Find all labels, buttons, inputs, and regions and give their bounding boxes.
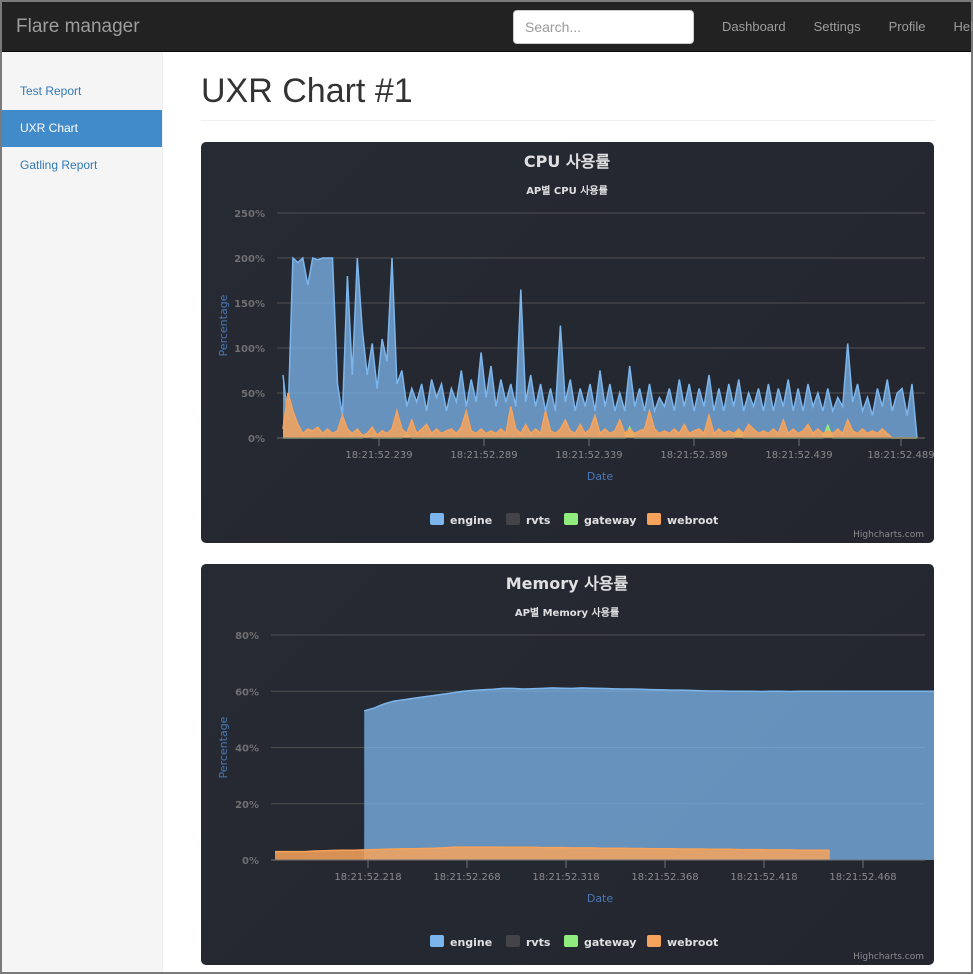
y-tick-label: 200% xyxy=(234,254,265,265)
legend-swatch-engine xyxy=(430,935,444,947)
legend-label-webroot: webroot xyxy=(667,936,718,949)
legend-label-rvts: rvts xyxy=(526,936,551,949)
legend-item-rvts: rvts xyxy=(506,513,551,527)
chart-credits: Highcharts.com xyxy=(853,530,924,540)
legend-swatch-webroot xyxy=(647,513,661,525)
legend-swatch-engine xyxy=(430,513,444,525)
nav-help[interactable]: Help xyxy=(939,2,973,52)
legend-swatch-rvts xyxy=(506,935,520,947)
x-tick-label: 18:21:52.239 xyxy=(345,450,412,461)
y-tick-label: 0% xyxy=(242,856,259,867)
x-tick-label: 18:21:52.439 xyxy=(765,450,832,461)
y-tick-label: 20% xyxy=(235,800,259,811)
x-tick-label: 18:21:52.218 xyxy=(334,872,401,883)
legend-swatch-webroot xyxy=(647,935,661,947)
legend-label-webroot: webroot xyxy=(667,514,718,527)
nav-settings[interactable]: Settings xyxy=(800,2,875,52)
top-navbar: Flare manager Dashboard Settings Profile… xyxy=(2,2,973,52)
nav-dashboard[interactable]: Dashboard xyxy=(708,2,800,52)
x-tick-label: 18:21:52.489 xyxy=(867,450,934,461)
legend-item-engine: engine xyxy=(430,935,492,949)
legend-swatch-rvts xyxy=(506,513,520,525)
sidebar-list: Test Report UXR Chart Gatling Report xyxy=(2,73,162,184)
x-tick-label: 18:21:52.339 xyxy=(555,450,622,461)
y-tick-label: 150% xyxy=(234,299,265,310)
y-axis-title: Percentage xyxy=(217,716,230,778)
legend-item-gateway: gateway xyxy=(564,513,636,527)
sidebar-item-gatling-report[interactable]: Gatling Report xyxy=(2,147,162,184)
legend-label-rvts: rvts xyxy=(526,514,551,527)
x-tick-label: 18:21:52.389 xyxy=(660,450,727,461)
y-tick-label: 60% xyxy=(235,687,259,698)
legend-swatch-gateway xyxy=(564,935,578,947)
y-tick-label: 80% xyxy=(235,631,259,642)
legend-item-gateway: gateway xyxy=(564,935,636,949)
y-tick-label: 250% xyxy=(234,209,265,220)
x-tick-label: 18:21:52.318 xyxy=(532,872,599,883)
legend-swatch-gateway xyxy=(564,513,578,525)
series-area-engine xyxy=(364,687,934,860)
chart-subtitle: AP별 CPU 사용률 xyxy=(526,184,608,197)
app-brand[interactable]: Flare manager xyxy=(16,16,140,38)
chart-credits: Highcharts.com xyxy=(853,952,924,962)
chart-subtitle: AP별 Memory 사용률 xyxy=(515,606,619,619)
nav-profile[interactable]: Profile xyxy=(875,2,940,52)
page-title: UXR Chart #1 xyxy=(201,72,413,110)
x-tick-label: 18:21:52.368 xyxy=(631,872,698,883)
y-tick-label: 40% xyxy=(235,744,259,755)
legend-label-engine: engine xyxy=(450,514,492,527)
chart-title: Memory 사용률 xyxy=(506,574,629,593)
y-tick-label: 50% xyxy=(241,389,265,400)
nav-links: Dashboard Settings Profile Help xyxy=(708,2,973,52)
search-input[interactable] xyxy=(513,10,694,44)
x-tick-label: 18:21:52.468 xyxy=(829,872,896,883)
y-tick-label: 0% xyxy=(248,434,265,445)
x-tick-label: 18:21:52.418 xyxy=(730,872,797,883)
sidebar-item-test-report[interactable]: Test Report xyxy=(2,73,162,110)
legend-item-webroot: webroot xyxy=(647,935,718,949)
sidebar: Test Report UXR Chart Gatling Report xyxy=(2,52,163,972)
x-axis-title: Date xyxy=(587,892,614,905)
y-axis-title: Percentage xyxy=(217,294,230,356)
x-tick-label: 18:21:52.289 xyxy=(450,450,517,461)
x-axis-title: Date xyxy=(587,470,614,483)
title-divider xyxy=(201,120,935,121)
sidebar-item-uxr-chart[interactable]: UXR Chart xyxy=(2,110,162,147)
cpu-chart: CPU 사용률 AP별 CPU 사용률 0% 50% 100% 150% 200% 250% P… xyxy=(217,152,934,540)
memory-chart: Memory 사용률 AP별 Memory 사용률 0% 20% 40% 60% 80% Pe… xyxy=(217,574,934,962)
memory-chart-card: Memory 사용률 AP별 Memory 사용률 0% 20% 40% 60% 80% Pe… xyxy=(201,564,934,965)
cpu-chart-card: CPU 사용률 AP별 CPU 사용률 0% 50% 100% 150% 200% 250% P… xyxy=(201,142,934,543)
legend-item-webroot: webroot xyxy=(647,513,718,527)
y-tick-label: 100% xyxy=(234,344,265,355)
legend-item-rvts: rvts xyxy=(506,935,551,949)
legend-label-engine: engine xyxy=(450,936,492,949)
x-tick-label: 18:21:52.268 xyxy=(433,872,500,883)
legend-item-engine: engine xyxy=(430,513,492,527)
legend-label-gateway: gateway xyxy=(584,936,636,949)
chart-title: CPU 사용률 xyxy=(524,152,610,171)
legend-label-gateway: gateway xyxy=(584,514,636,527)
